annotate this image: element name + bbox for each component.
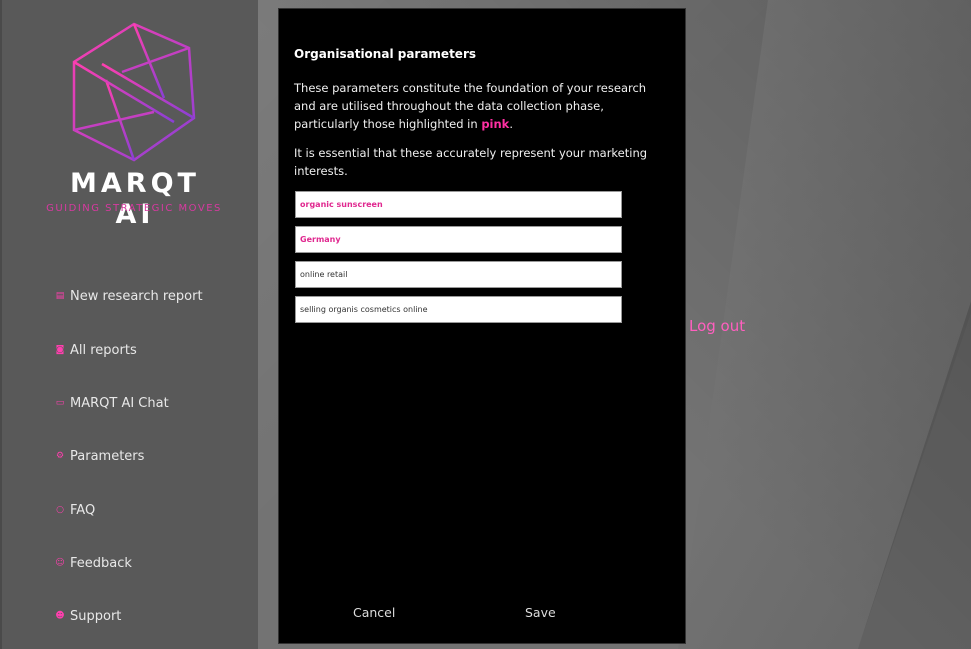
sidebar-item-support[interactable]: ☻ Support [54,605,203,627]
logout-link[interactable]: Log out [689,317,745,335]
save-button[interactable]: Save [525,605,556,620]
modal-title: Organisational parameters [294,47,477,61]
sidebar-item-feedback[interactable]: ☺ Feedback [54,552,203,574]
sidebar-item-label: Feedback [70,555,132,571]
report-icon: ▤ [55,291,65,301]
sidebar: MARQT AI GUIDING STRATEGIC MOVES ▤ New r… [0,0,258,649]
chat-icon: ▭ [55,398,65,408]
cancel-button[interactable]: Cancel [353,605,395,620]
intro-end: . [509,117,513,131]
sidebar-nav: ▤ New research report ◙ All reports ▭ MA… [54,285,203,627]
sidebar-item-label: Parameters [70,448,145,464]
sidebar-item-label: MARQT AI Chat [70,395,169,411]
brand-name: MARQT AI [70,168,200,230]
speech-bubble-icon: ○ [56,505,64,515]
people-icon: ☺ [55,558,65,568]
support-icon: ☻ [55,611,65,621]
modal-intro: These parameters constitute the foundati… [294,79,664,133]
folder-icon: ◙ [55,345,65,355]
industry-field[interactable] [295,261,622,288]
sidebar-item-chat[interactable]: ▭ MARQT AI Chat [54,392,203,414]
modal-note: It is essential that these accurately re… [294,146,648,178]
gear-icon: ⚙ [55,451,65,461]
sidebar-item-label: FAQ [70,502,96,518]
logo: MARQT AI GUIDING STRATEGIC MOVES [42,20,226,230]
brand-tagline: GUIDING STRATEGIC MOVES [46,203,222,214]
sidebar-item-label: Support [70,608,122,624]
sidebar-item-all-reports[interactable]: ◙ All reports [54,339,203,361]
sidebar-item-faq[interactable]: ○ FAQ [54,499,203,521]
product-field[interactable] [295,191,622,218]
sidebar-item-parameters[interactable]: ⚙ Parameters [54,445,203,467]
sidebar-item-label: All reports [70,342,137,358]
business-description-field[interactable] [295,296,622,323]
intro-highlight: pink [481,117,510,131]
intro-text: These parameters constitute the foundati… [294,81,647,131]
aperture-logo-icon [72,22,196,162]
country-field[interactable] [295,226,622,253]
sidebar-item-label: New research report [70,288,203,304]
sidebar-item-new-report[interactable]: ▤ New research report [54,285,203,307]
parameters-modal: Organisational parameters These paramete… [278,8,686,644]
